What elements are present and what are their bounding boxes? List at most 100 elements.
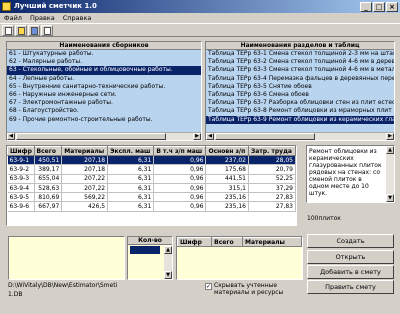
scroll-left-icon[interactable]: ◀ bbox=[206, 133, 214, 140]
price-row[interactable]: 63-9-2 389,17 207,18 6,31 0,96 175,68 20,79 bbox=[7, 164, 296, 175]
section-item[interactable]: Таблица ТЕРр 63-4 Перемазка фальцев в де… bbox=[206, 75, 394, 83]
title-bar: Лучший сметчик 1.0 _ □ × bbox=[0, 0, 400, 13]
estimate-col-code[interactable]: Шифр bbox=[177, 237, 213, 247]
open-button[interactable]: Открыть bbox=[307, 250, 394, 264]
edit-estimate-button[interactable]: Править смету bbox=[307, 280, 394, 294]
price-cell-labor: 52,25 bbox=[248, 174, 296, 184]
scroll-up-icon[interactable]: ▲ bbox=[164, 246, 172, 254]
price-cell-code: 63-9-6 bbox=[7, 201, 35, 212]
qty-header: Кол-во bbox=[128, 237, 172, 245]
collection-item[interactable]: 66 - Наружные инженерные сети. bbox=[7, 91, 201, 99]
collections-hscroll[interactable]: ◀ ▶ bbox=[7, 132, 201, 140]
price-cell-total: 655,04 bbox=[34, 174, 63, 184]
db-file: 1.DB bbox=[8, 291, 23, 298]
collection-item[interactable]: 64 - Лепные работы. bbox=[7, 75, 201, 83]
price-cell-code: 63-9-2 bbox=[7, 164, 35, 175]
section-item[interactable]: Таблица ТЕРр 63-9 Ремонт облицовки из ке… bbox=[206, 115, 394, 124]
price-row[interactable]: 63-9-3 655,04 207,22 6,31 0,96 441,51 52,25 bbox=[7, 174, 296, 184]
scroll-left-icon[interactable]: ◀ bbox=[7, 133, 15, 140]
section-item[interactable]: Таблица ТЕРр 63-2 Смена стекол толщиной … bbox=[206, 58, 394, 66]
collection-item[interactable]: 68 - Благоустройство. bbox=[7, 107, 201, 115]
menu-file[interactable]: Файл bbox=[0, 13, 26, 23]
price-cell-machines: 6,31 bbox=[107, 164, 155, 175]
price-cell-total: 667,97 bbox=[34, 201, 63, 212]
price-cell-code: 63-9-5 bbox=[7, 192, 35, 203]
scroll-right-icon[interactable]: ▶ bbox=[193, 133, 201, 140]
estimate-col-materials[interactable]: Материалы bbox=[242, 237, 302, 247]
price-cell-labor: 20,79 bbox=[248, 164, 296, 175]
collection-item[interactable]: 67 - Электромонтажные работы. bbox=[7, 99, 201, 107]
scroll-thumb[interactable] bbox=[215, 133, 315, 140]
price-col-code[interactable]: Шифр bbox=[7, 146, 35, 156]
collection-item[interactable]: 61 - Штукатурные работы. bbox=[7, 50, 201, 58]
menu-bar: Файл Правка Справка bbox=[0, 13, 400, 23]
price-cell-total: 810,69 bbox=[34, 192, 63, 203]
price-cell-machines: 6,31 bbox=[107, 201, 155, 212]
app-icon bbox=[2, 2, 11, 11]
price-row[interactable]: 63-9-4 528,63 207,22 6,31 0,96 315,1 37,29 bbox=[7, 183, 296, 194]
section-item[interactable]: Таблица ТЕРр 63-1 Смена стекол толщиной … bbox=[206, 50, 394, 58]
price-cell-base-wages: 235,16 bbox=[205, 192, 249, 203]
price-cell-total: 528,63 bbox=[34, 183, 63, 194]
menu-edit[interactable]: Правка bbox=[26, 13, 59, 23]
price-cell-materials: 207,22 bbox=[61, 174, 109, 184]
price-cell-total: 450,51 bbox=[34, 155, 63, 166]
estimate-col-total[interactable]: Всего bbox=[211, 237, 244, 247]
price-col-machines[interactable]: Экспл. маш bbox=[107, 146, 155, 156]
new-file-button[interactable] bbox=[2, 25, 14, 36]
section-item[interactable]: Таблица ТЕРр 63-6 Смена обоев bbox=[206, 91, 394, 99]
collection-item[interactable]: 63 - Стекольные, обойные и облицовочные … bbox=[7, 66, 201, 75]
close-button[interactable]: × bbox=[386, 2, 398, 12]
collections-list[interactable]: Наименования сборников 61 - Штукатурные … bbox=[6, 41, 202, 141]
estimate-grid[interactable]: Шифр Всего Материалы bbox=[176, 236, 303, 280]
price-cell-code: 63-9-4 bbox=[7, 183, 35, 194]
hide-materials-checkbox[interactable]: ✓ bbox=[205, 283, 212, 290]
scroll-right-icon[interactable]: ▶ bbox=[386, 133, 394, 140]
resources-list[interactable] bbox=[8, 236, 125, 280]
price-col-labor[interactable]: Затр. труда bbox=[247, 146, 296, 156]
document-icon bbox=[44, 27, 51, 35]
price-row[interactable]: 63-9-5 810,69 569,22 6,31 0,96 235,16 27,83 bbox=[7, 192, 296, 203]
scroll-down-icon[interactable]: ▼ bbox=[386, 194, 394, 202]
sections-hscroll[interactable]: ◀ ▶ bbox=[206, 132, 394, 140]
section-item[interactable]: Таблица ТЕРр 63-7 Разборка облицовки сте… bbox=[206, 99, 394, 107]
price-cell-code: 63-9-1 bbox=[7, 155, 35, 166]
price-col-materials[interactable]: Материалы bbox=[61, 146, 109, 156]
prices-grid[interactable]: Шифр Всего Материалы Экспл. маш В т.ч з/п ма… bbox=[6, 145, 297, 226]
collection-item[interactable]: 65 - Внутренние санитарно-технические ра… bbox=[7, 83, 201, 91]
price-cell-machines: 6,31 bbox=[107, 192, 155, 203]
price-cell-base-wages: 175,68 bbox=[205, 164, 249, 175]
create-button[interactable]: Создать bbox=[307, 234, 394, 248]
collection-item[interactable]: 69 - Прочие ремонтно-строительные работы… bbox=[7, 116, 201, 124]
collection-item[interactable]: 62 - Малярные работы. bbox=[7, 58, 201, 66]
price-col-total[interactable]: Всего bbox=[33, 146, 63, 156]
qty-list[interactable]: Кол-во ▲ ▼ bbox=[127, 236, 173, 280]
menu-help[interactable]: Справка bbox=[59, 13, 96, 23]
window-title: Лучший сметчик 1.0 bbox=[14, 2, 97, 10]
sections-list[interactable]: Наименования разделов и таблиц Таблица Т… bbox=[205, 41, 395, 141]
price-col-machine-wages[interactable]: В т.ч з/п маш bbox=[153, 146, 207, 156]
price-cell-materials: 426,5 bbox=[61, 201, 109, 212]
price-cell-materials: 207,22 bbox=[61, 183, 109, 194]
qty-vscroll[interactable]: ▲ ▼ bbox=[164, 246, 172, 279]
description-memo[interactable]: Ремонт облицовки из керамических глазуро… bbox=[306, 145, 395, 203]
qty-selected-cell[interactable] bbox=[130, 246, 160, 254]
save-button[interactable] bbox=[28, 25, 40, 36]
price-row[interactable]: 63-9-1 450,51 207,18 6,31 0,96 237,02 28,05 bbox=[7, 155, 296, 166]
section-item[interactable]: Таблица ТЕРр 63-3 Смена стекол толщиной … bbox=[206, 66, 394, 74]
description-vscroll[interactable]: ▲ ▼ bbox=[386, 146, 394, 202]
price-row[interactable]: 63-9-6 667,97 426,5 6,31 0,96 235,16 27,83 bbox=[7, 201, 296, 212]
price-cell-labor: 28,05 bbox=[248, 155, 296, 166]
section-item[interactable]: Таблица ТЕРр 63-5 Снятие обоев bbox=[206, 83, 394, 91]
maximize-button[interactable]: □ bbox=[373, 2, 385, 12]
open-file-button[interactable] bbox=[15, 25, 27, 36]
price-col-base-wages[interactable]: Основн з/п bbox=[205, 146, 249, 156]
scroll-thumb[interactable] bbox=[16, 133, 166, 140]
scroll-down-icon[interactable]: ▼ bbox=[164, 271, 172, 279]
add-to-estimate-button[interactable]: Добавить в смету bbox=[307, 265, 394, 279]
section-item[interactable]: Таблица ТЕРр 63-8 Ремонт облицовки из мр… bbox=[206, 107, 394, 115]
db-path: D:\WiVitaly\DB\New\Estimator\Smeti bbox=[8, 282, 118, 289]
scroll-up-icon[interactable]: ▲ bbox=[386, 146, 394, 154]
minimize-button[interactable]: _ bbox=[360, 2, 372, 12]
document-button[interactable] bbox=[41, 25, 53, 36]
